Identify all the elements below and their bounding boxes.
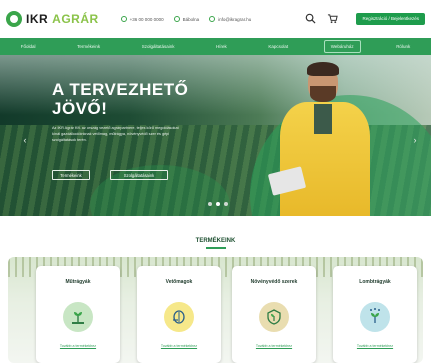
- slider-dots: [208, 202, 228, 206]
- nav-item-webshop[interactable]: Webáruház: [323, 40, 361, 53]
- hero-title-line2: JÖVŐ!: [52, 99, 108, 118]
- product-card-link[interactable]: Tovább a termékekhez: [36, 344, 120, 348]
- product-card-foliar-fertilizers[interactable]: Lombtrágyák Tovább a termékekhez: [333, 266, 417, 363]
- hero-products-button[interactable]: Termékeink: [52, 170, 90, 180]
- nav-item-contact[interactable]: Kapcsolat: [262, 41, 294, 52]
- fertilizer-plant-icon: [63, 302, 93, 332]
- slider-dot-active[interactable]: [216, 202, 220, 206]
- slider-dot[interactable]: [224, 202, 228, 206]
- seed-icon: [164, 302, 194, 332]
- nav-item-news[interactable]: Hírek: [210, 41, 233, 52]
- farmer-beard: [310, 86, 336, 102]
- product-card-plant-protection[interactable]: Növényvédő szerek Tovább a termékekhez: [232, 266, 316, 363]
- location-icon: [173, 16, 180, 22]
- main-nav: Főoldal Termékeink Szolgáltatásaink Híre…: [0, 38, 431, 55]
- hero-title: A TERVEZHETŐ JÖVŐ!: [52, 80, 188, 118]
- hero-farmer-image: [267, 60, 380, 216]
- header-contacts: +36 00 000 0000 Bábolna info@ikragrar.hu: [120, 16, 251, 22]
- contact-phone[interactable]: +36 00 000 0000: [120, 16, 164, 22]
- nav-item-services[interactable]: Szolgáltatásaink: [136, 41, 181, 52]
- slider-prev-icon[interactable]: ‹: [20, 135, 30, 145]
- logo-text-agrar: AGRÁR: [52, 12, 99, 26]
- register-login-button[interactable]: Regisztráció / Bejelentkezés: [356, 13, 425, 25]
- farmer-shirt: [314, 104, 332, 134]
- product-card-seeds[interactable]: Vetőmagok Tovább a termékekhez: [137, 266, 221, 363]
- site-logo[interactable]: IKR AGRÁR: [6, 11, 99, 27]
- product-card-title: Növényvédő szerek: [250, 279, 298, 285]
- contact-email[interactable]: info@ikragrar.hu: [209, 16, 251, 22]
- product-card-title: Vetőmagok: [165, 279, 193, 285]
- slider-dot[interactable]: [208, 202, 212, 206]
- product-card-link[interactable]: Tovább a termékekhez: [333, 344, 417, 348]
- phone-icon: [120, 16, 127, 22]
- product-card-link[interactable]: Tovább a termékekhez: [137, 344, 221, 348]
- mail-icon: [209, 16, 216, 22]
- products-section-title: TERMÉKEINK: [195, 238, 236, 244]
- site-header: IKR AGRÁR +36 00 000 0000 Bábolna info@i…: [0, 0, 431, 38]
- section-title-underline: [206, 247, 226, 249]
- slider-next-icon[interactable]: ›: [410, 135, 420, 145]
- contact-email-text: info@ikragrar.hu: [218, 16, 252, 22]
- product-card-link[interactable]: Tovább a termékekhez: [232, 344, 316, 348]
- contact-location[interactable]: Bábolna: [173, 16, 200, 22]
- header-icons: Regisztráció / Bejelentkezés: [304, 13, 425, 25]
- product-card-title: Műtrágyák: [65, 279, 91, 285]
- nav-item-products[interactable]: Termékeink: [71, 41, 106, 52]
- product-card-title: Lombtrágyák: [359, 279, 391, 285]
- foliar-fertilizer-icon: [360, 302, 390, 332]
- plant-protection-icon: [259, 302, 289, 332]
- logo-mark-icon: [6, 11, 22, 27]
- hero-services-button[interactable]: Szolgáltatásaink: [110, 170, 168, 180]
- nav-item-home[interactable]: Főoldal: [15, 41, 42, 52]
- search-icon[interactable]: [304, 13, 316, 25]
- product-card-fertilizers[interactable]: Műtrágyák Tovább a termékekhez: [36, 266, 120, 363]
- nav-item-about[interactable]: Rólunk: [390, 41, 416, 52]
- hero-title-line1: A TERVEZHETŐ: [52, 80, 189, 99]
- cart-icon[interactable]: [326, 13, 338, 25]
- contact-location-text: Bábolna: [182, 16, 200, 22]
- contact-phone-text: +36 00 000 0000: [129, 16, 164, 22]
- farmer-hair: [307, 62, 339, 76]
- hero-description: Az IKR Agrár Kft. az ország vezető agrár…: [52, 126, 179, 142]
- logo-text-ikr: IKR: [26, 12, 49, 26]
